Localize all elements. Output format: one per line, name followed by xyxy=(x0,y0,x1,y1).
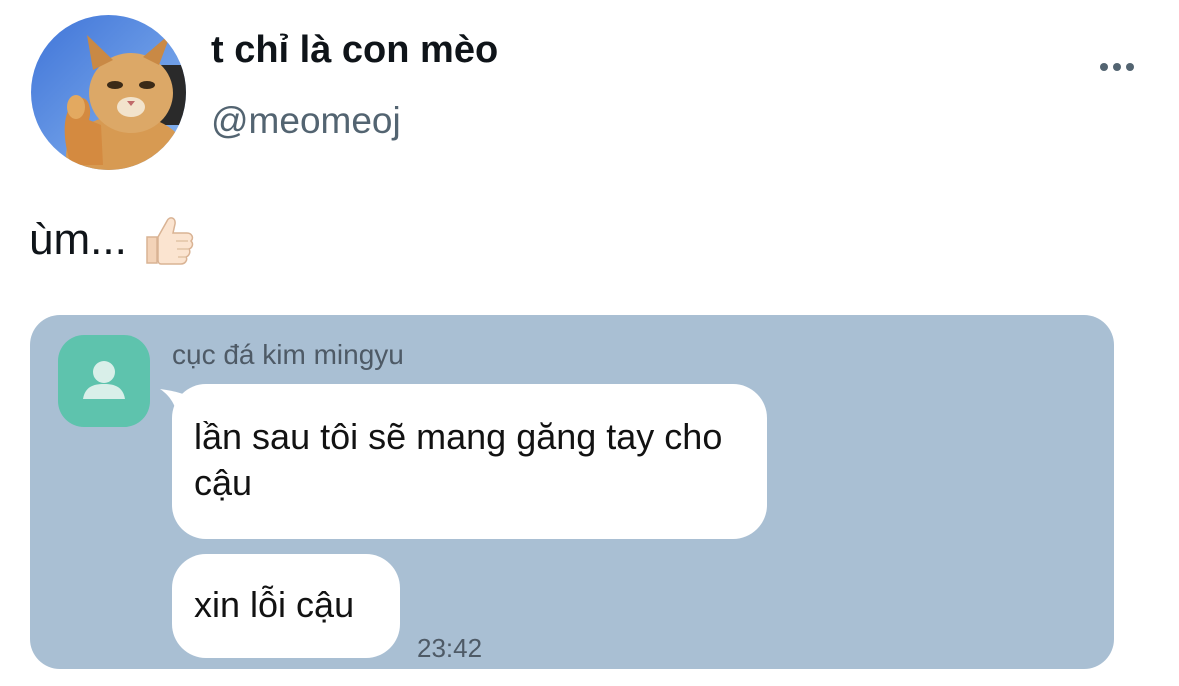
thumbs-up-emoji-icon xyxy=(143,213,195,267)
message-timestamp: 23:42 xyxy=(417,633,483,663)
contact-name: cục đá kim mingyu xyxy=(172,339,404,370)
chat-screenshot[interactable]: cục đá kim mingyu lần sau tôi sẽ mang gă… xyxy=(30,315,1114,669)
author-handle[interactable]: @meomeoj xyxy=(211,100,401,142)
tweet-text-content: ùm... xyxy=(29,215,127,264)
cat-avatar-icon[interactable] xyxy=(31,15,186,170)
more-dot xyxy=(1126,63,1134,71)
author-display-name[interactable]: t chỉ là con mèo xyxy=(211,29,498,72)
tweet-card: t chỉ là con mèo @meomeoj ùm... cục đá k… xyxy=(0,0,1179,686)
message-text: lần sau tôi sẽ mang găng tay cho cậu xyxy=(194,416,723,503)
more-options-icon[interactable] xyxy=(1093,52,1141,82)
message-bubble: lần sau tôi sẽ mang găng tay cho cậu xyxy=(172,384,767,539)
more-dot xyxy=(1113,63,1121,71)
more-dot xyxy=(1100,63,1108,71)
message-text: xin lỗi cậu xyxy=(194,584,355,625)
message-bubble: xin lỗi cậu xyxy=(172,554,400,658)
tweet-text: ùm... xyxy=(29,213,195,267)
default-person-icon xyxy=(58,335,150,427)
